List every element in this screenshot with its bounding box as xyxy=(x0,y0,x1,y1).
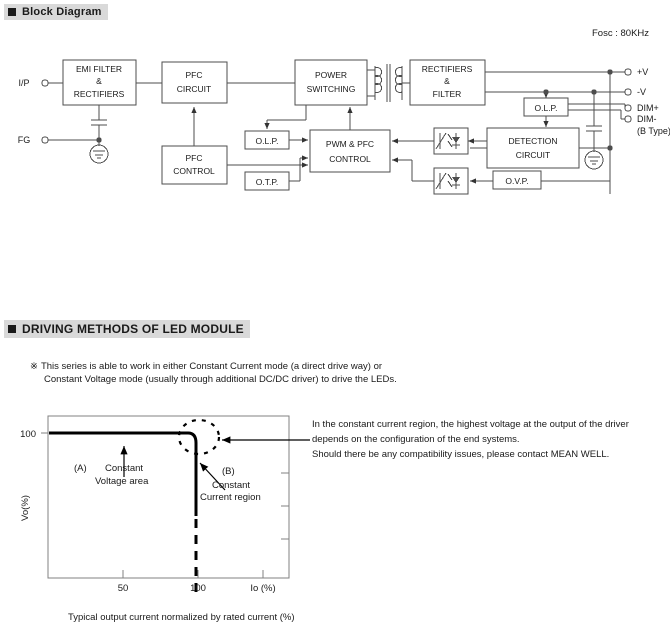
chart-ytick-100: 100 xyxy=(20,429,36,440)
input-terminal-node xyxy=(41,79,49,87)
block-label-pfc-control-line1: PFC xyxy=(186,153,203,163)
diagram-canvas: EMI FILTER & RECTIFIERS PFC CIRCUIT POWE… xyxy=(18,59,670,594)
dim-minus-terminal-node xyxy=(624,115,632,123)
dim-plus-terminal-node xyxy=(624,104,632,112)
chart-io-vo: 100 50 100 Io (%) Vo(%) (A) Constant Vol… xyxy=(20,415,310,594)
block-label-rect-filter-line1: RECTIFIERS xyxy=(422,64,473,74)
block-label-emi-line3: RECTIFIERS xyxy=(74,89,125,99)
block-pfc-circuit xyxy=(161,61,228,104)
terminal-label-ip: I/P xyxy=(18,78,29,88)
block-label-power-switching-line2: SWITCHING xyxy=(307,84,356,94)
terminal-label-dim-minus: DIM- xyxy=(637,114,657,124)
junction-minus-v xyxy=(591,89,597,95)
chart-yaxis-label: Vo(%) xyxy=(20,495,31,521)
minus-v-terminal-node xyxy=(624,88,632,96)
optocoupler-upper-symbol xyxy=(435,132,460,150)
block-pwm-pfc-control xyxy=(309,129,391,173)
terminal-label-fg: FG xyxy=(18,135,31,145)
optocoupler-upper xyxy=(433,127,469,155)
block-label-rect-filter-line3: FILTER xyxy=(433,89,462,99)
annotation-a-line3: Voltage area xyxy=(95,476,149,487)
block-pfc-control xyxy=(161,145,228,185)
earth-ground-icon-right xyxy=(584,150,604,170)
chart-bottom-ticks xyxy=(122,570,264,578)
knee-highlight-ellipse xyxy=(177,418,221,456)
earth-ground-icon-left xyxy=(89,144,109,164)
chart-right-ticks xyxy=(281,439,289,540)
fg-terminal-node xyxy=(41,136,49,144)
chart-xtick-100: 100 xyxy=(190,583,206,594)
block-label-olp-left: O.L.P. xyxy=(256,136,279,146)
optocoupler-lower-symbol xyxy=(435,172,460,190)
block-label-pfc-circuit-line2: CIRCUIT xyxy=(177,84,211,94)
block-label-rect-filter-line2: & xyxy=(444,76,450,86)
block-label-otp: O.T.P. xyxy=(256,177,279,187)
chart-xtick-50: 50 xyxy=(118,583,129,594)
terminal-label-plus-v: +V xyxy=(637,67,648,77)
block-label-pwm-line2: CONTROL xyxy=(329,154,371,164)
block-label-detection-line2: CIRCUIT xyxy=(516,150,550,160)
junction-olp-feed xyxy=(543,89,549,95)
annotation-b-line2: Constant xyxy=(212,480,250,491)
block-label-detection-line1: DETECTION xyxy=(508,136,557,146)
block-label-power-switching-line1: POWER xyxy=(315,70,347,80)
chart-xaxis-label: Io (%) xyxy=(250,583,275,594)
block-label-pfc-control-line2: CONTROL xyxy=(173,166,215,176)
block-label-pwm-line1: PWM & PFC xyxy=(326,139,374,149)
plus-v-terminal-node xyxy=(624,68,632,76)
annotation-b-line3: Current region xyxy=(200,492,261,503)
optocoupler-lower xyxy=(433,167,469,195)
terminal-label-dim-plus: DIM+ xyxy=(637,103,659,113)
block-power-switching xyxy=(294,59,368,106)
block-label-ovp: O.V.P. xyxy=(505,176,528,186)
junction-dot-fg xyxy=(96,137,102,143)
block-label-emi-line1: EMI FILTER xyxy=(76,64,122,74)
block-label-olp-right: O.L.P. xyxy=(535,103,558,113)
terminal-label-minus-v: -V xyxy=(637,87,646,97)
block-detection-circuit xyxy=(486,127,580,169)
annotation-a-tag: (A) xyxy=(74,463,87,474)
chart-curve-solid xyxy=(49,431,198,516)
block-label-pfc-circuit-line1: PFC xyxy=(186,70,203,80)
annotation-b-tag: (B) xyxy=(222,466,235,477)
block-label-emi-line2: & xyxy=(96,76,102,86)
terminal-note-btype: (B Type) xyxy=(637,126,670,136)
annotation-a-line2: Constant xyxy=(105,463,143,474)
